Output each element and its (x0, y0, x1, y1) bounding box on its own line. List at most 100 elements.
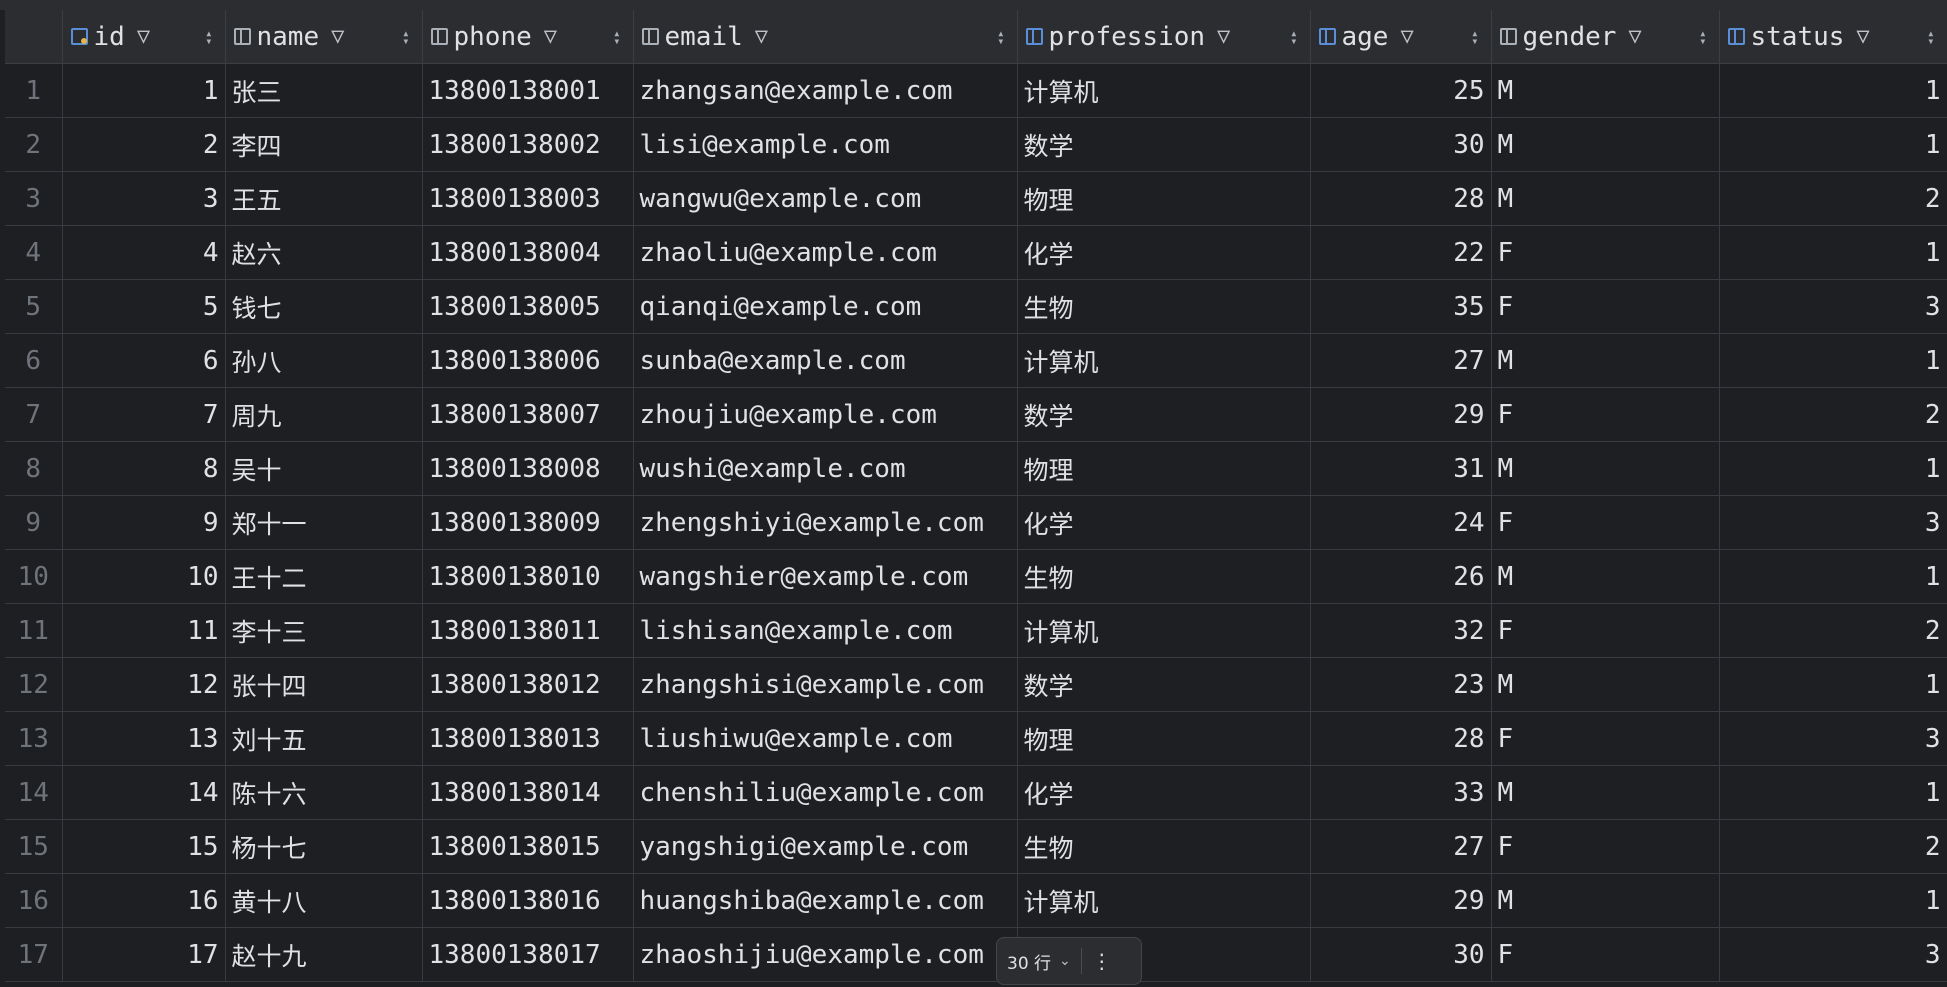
cell-name[interactable]: 赵六 (225, 225, 423, 280)
column-header-gender[interactable]: gender ▽ ▴ ▾ (1491, 10, 1720, 64)
table-row[interactable]: 9 9 郑十一 13800138009 zhengshiyi@example.com 化学… (5, 495, 1947, 550)
cell-phone[interactable]: 13800138015 (422, 819, 634, 874)
sort-icon[interactable]: ▴ ▾ (205, 27, 212, 47)
table-row[interactable]: 10 10 王十二 13800138010 wangshier@example.com 生… (5, 549, 1947, 604)
cell-email[interactable]: liushiwu@example.com (633, 711, 1018, 766)
cell-email[interactable]: zhaoshijiu@example.com (633, 927, 1018, 982)
sort-icon[interactable]: ▴ ▾ (1471, 27, 1478, 47)
table-row[interactable]: 4 4 赵六 13800138004 zhaoliu@example.com 化学 22 F 1 (5, 225, 1947, 280)
cell-status[interactable]: 2 (1719, 171, 1947, 226)
table-row[interactable]: 3 3 王五 13800138003 wangwu@example.com 物理 28 M 2 (5, 171, 1947, 226)
cell-profession[interactable]: 计算机 (1017, 333, 1311, 388)
table-row[interactable]: 17 17 赵十九 13800138017 zhaoshijiu@example.com… (5, 927, 1947, 982)
column-header-email[interactable]: email ▽ ▴ ▾ (633, 10, 1018, 64)
cell-gender[interactable]: F (1491, 603, 1720, 658)
cell-status[interactable]: 1 (1719, 225, 1947, 280)
cell-status[interactable]: 2 (1719, 387, 1947, 442)
cell-id[interactable]: 9 (62, 495, 226, 550)
cell-phone[interactable]: 13800138007 (422, 387, 634, 442)
filter-icon[interactable]: ▽ (1400, 24, 1413, 49)
cell-phone[interactable]: 13800138001 (422, 63, 634, 118)
cell-email[interactable]: wangwu@example.com (633, 171, 1018, 226)
cell-profession[interactable]: 计算机 (1017, 873, 1311, 928)
cell-id[interactable]: 2 (62, 117, 226, 172)
cell-email[interactable]: zhaoliu@example.com (633, 225, 1018, 280)
cell-status[interactable]: 1 (1719, 549, 1947, 604)
cell-age[interactable]: 35 (1310, 279, 1492, 334)
cell-email[interactable]: sunba@example.com (633, 333, 1018, 388)
cell-phone[interactable]: 13800138009 (422, 495, 634, 550)
cell-status[interactable]: 2 (1719, 603, 1947, 658)
filter-icon[interactable]: ▽ (755, 24, 768, 49)
cell-gender[interactable]: M (1491, 171, 1720, 226)
cell-age[interactable]: 33 (1310, 765, 1492, 820)
cell-name[interactable]: 刘十五 (225, 711, 423, 766)
column-header-id[interactable]: id ▽ ▴ ▾ (62, 10, 226, 64)
cell-gender[interactable]: M (1491, 657, 1720, 712)
cell-gender[interactable]: F (1491, 819, 1720, 874)
cell-status[interactable]: 1 (1719, 441, 1947, 496)
sort-icon[interactable]: ▴ ▾ (402, 27, 409, 47)
cell-gender[interactable]: M (1491, 117, 1720, 172)
filter-icon[interactable]: ▽ (1856, 24, 1869, 49)
cell-phone[interactable]: 13800138013 (422, 711, 634, 766)
cell-phone[interactable]: 13800138006 (422, 333, 634, 388)
cell-status[interactable]: 2 (1719, 819, 1947, 874)
more-options-icon[interactable]: ⋮ (1092, 949, 1112, 973)
row-count-pager[interactable]: 30 行 ⌄ ⋮ (996, 937, 1142, 985)
cell-phone[interactable]: 13800138008 (422, 441, 634, 496)
cell-name[interactable]: 张十四 (225, 657, 423, 712)
table-row[interactable]: 1 1 张三 13800138001 zhangsan@example.com 计算机 25… (5, 63, 1947, 118)
table-row[interactable]: 5 5 钱七 13800138005 qianqi@example.com 生物 35 F 3 (5, 279, 1947, 334)
cell-profession[interactable]: 生物 (1017, 819, 1311, 874)
cell-profession[interactable]: 物理 (1017, 711, 1311, 766)
cell-id[interactable]: 4 (62, 225, 226, 280)
cell-age[interactable]: 31 (1310, 441, 1492, 496)
cell-email[interactable]: wushi@example.com (633, 441, 1018, 496)
column-header-profession[interactable]: profession ▽ ▴ ▾ (1017, 10, 1311, 64)
cell-status[interactable]: 1 (1719, 873, 1947, 928)
cell-status[interactable]: 1 (1719, 657, 1947, 712)
cell-gender[interactable]: F (1491, 387, 1720, 442)
cell-profession[interactable]: 化学 (1017, 225, 1311, 280)
cell-name[interactable]: 孙八 (225, 333, 423, 388)
cell-profession[interactable]: 计算机 (1017, 63, 1311, 118)
cell-email[interactable]: lishisan@example.com (633, 603, 1018, 658)
cell-id[interactable]: 15 (62, 819, 226, 874)
cell-profession[interactable]: 计算机 (1017, 603, 1311, 658)
cell-email[interactable]: wangshier@example.com (633, 549, 1018, 604)
cell-name[interactable]: 吴十 (225, 441, 423, 496)
cell-phone[interactable]: 13800138003 (422, 171, 634, 226)
cell-id[interactable]: 6 (62, 333, 226, 388)
cell-name[interactable]: 王十二 (225, 549, 423, 604)
row-count-label[interactable]: 30 行 (1007, 949, 1051, 974)
cell-id[interactable]: 14 (62, 765, 226, 820)
cell-gender[interactable]: F (1491, 927, 1720, 982)
cell-age[interactable]: 27 (1310, 333, 1492, 388)
cell-email[interactable]: zhengshiyi@example.com (633, 495, 1018, 550)
cell-gender[interactable]: M (1491, 63, 1720, 118)
cell-profession[interactable]: 化学 (1017, 495, 1311, 550)
cell-age[interactable]: 29 (1310, 873, 1492, 928)
cell-age[interactable]: 23 (1310, 657, 1492, 712)
table-row[interactable]: 15 15 杨十七 13800138015 yangshigi@example.com 生… (5, 819, 1947, 874)
chevron-down-icon[interactable]: ⌄ (1059, 953, 1071, 969)
cell-status[interactable]: 3 (1719, 495, 1947, 550)
cell-name[interactable]: 陈十六 (225, 765, 423, 820)
sort-icon[interactable]: ▴ ▾ (1699, 27, 1706, 47)
cell-status[interactable]: 3 (1719, 927, 1947, 982)
table-row[interactable]: 6 6 孙八 13800138006 sunba@example.com 计算机 27 M 1 (5, 333, 1947, 388)
filter-icon[interactable]: ▽ (137, 24, 150, 49)
cell-name[interactable]: 郑十一 (225, 495, 423, 550)
cell-phone[interactable]: 13800138010 (422, 549, 634, 604)
cell-id[interactable]: 12 (62, 657, 226, 712)
cell-name[interactable]: 黄十八 (225, 873, 423, 928)
cell-id[interactable]: 13 (62, 711, 226, 766)
cell-phone[interactable]: 13800138004 (422, 225, 634, 280)
cell-profession[interactable]: 数学 (1017, 657, 1311, 712)
sort-icon[interactable]: ▴ ▾ (997, 27, 1004, 47)
cell-profession[interactable]: 生物 (1017, 279, 1311, 334)
cell-status[interactable]: 1 (1719, 117, 1947, 172)
cell-email[interactable]: chenshiliu@example.com (633, 765, 1018, 820)
cell-profession[interactable]: 化学 (1017, 765, 1311, 820)
